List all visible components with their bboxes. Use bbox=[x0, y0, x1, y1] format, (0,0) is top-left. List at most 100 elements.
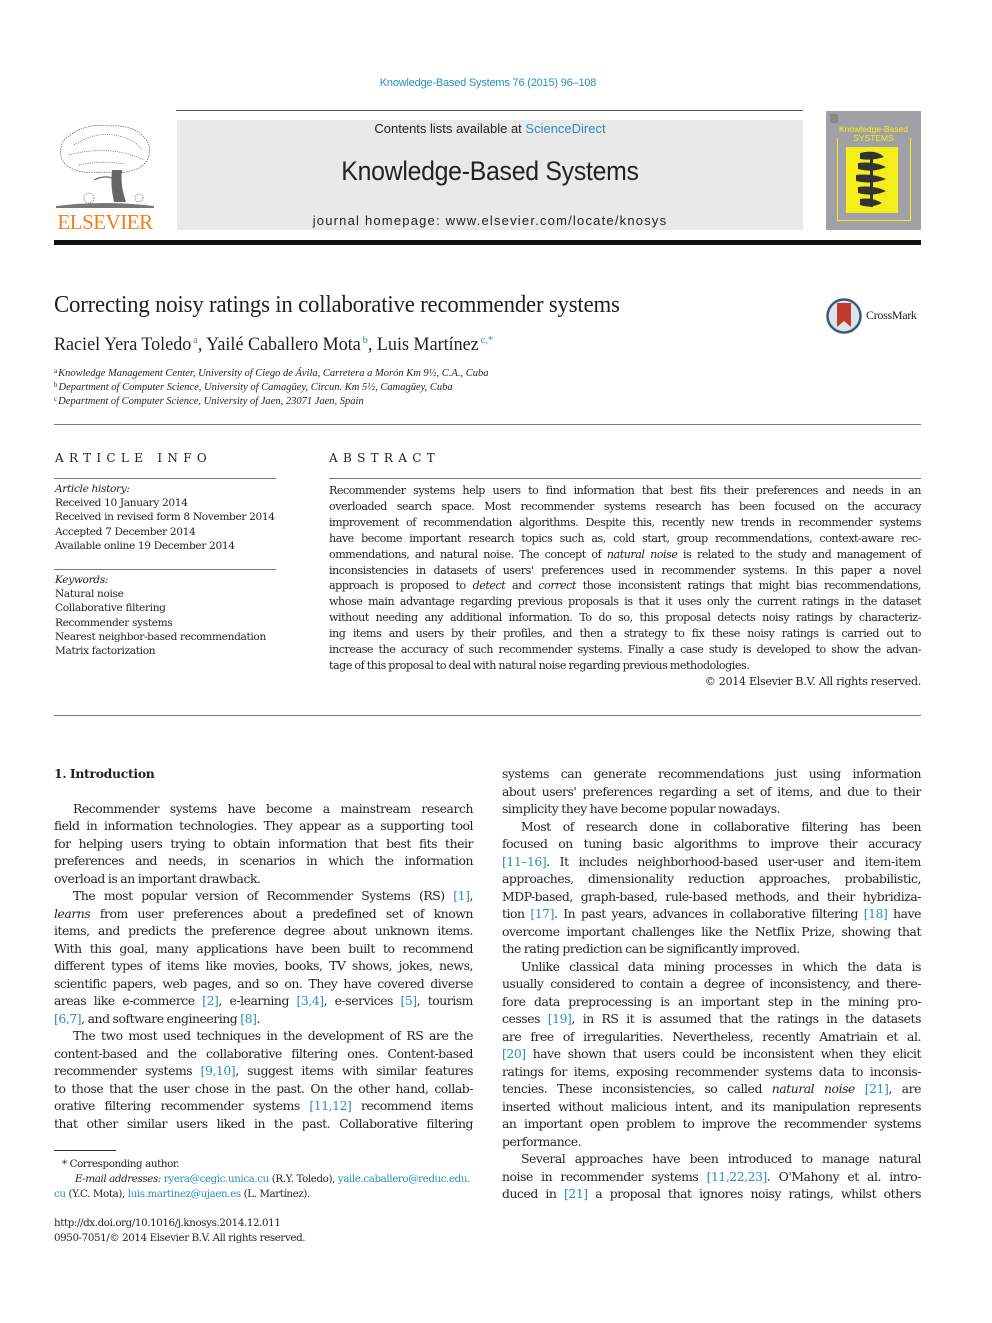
text-line: usually considered to contain a degree o… bbox=[502, 976, 921, 991]
email-label: E-mail addresses: bbox=[75, 1173, 161, 1185]
citation-link[interactable]: [11,12] bbox=[309, 1098, 351, 1113]
history-item: Received 10 January 2014 bbox=[55, 497, 188, 510]
text-line: approach is proposed to detect and corre… bbox=[329, 579, 922, 593]
affiliation-text: Department of Computer Science, Universi… bbox=[58, 396, 364, 407]
citation-link[interactable]: [9,10] bbox=[201, 1063, 236, 1078]
citation-link[interactable]: [20] bbox=[502, 1046, 526, 1061]
text-line: Recommender systems help users to find i… bbox=[329, 484, 921, 497]
email-link-toledo[interactable]: ryera@cegic.unica.cu bbox=[164, 1173, 270, 1185]
article-history: Article history: Received 10 January 201… bbox=[55, 482, 275, 553]
text-line: increase the accuracy of such recommende… bbox=[329, 643, 921, 657]
citation-link[interactable]: [17] bbox=[530, 906, 554, 921]
citation-link[interactable]: [11,22,23] bbox=[707, 1169, 768, 1184]
tree-icon bbox=[56, 124, 154, 208]
article-info-divider bbox=[54, 478, 276, 479]
doi-link[interactable]: http://dx.doi.org/10.1016/j.knosys.2014.… bbox=[54, 1216, 473, 1231]
citation-link[interactable]: [5] bbox=[400, 993, 417, 1008]
affiliation-a: aKnowledge Management Center, University… bbox=[54, 367, 488, 379]
keyword-item: Natural noise bbox=[55, 588, 124, 601]
text-line: approaches, dimensionality reduction app… bbox=[502, 871, 921, 886]
keyword-item: Matrix factorization bbox=[55, 645, 156, 658]
text-line: overload is an important drawback. bbox=[54, 870, 261, 886]
keywords-divider bbox=[54, 569, 276, 570]
text-line: inserted without malicious intent, and i… bbox=[502, 1098, 921, 1114]
affiliation-c: cDepartment of Computer Science, Univers… bbox=[54, 395, 364, 407]
journal-banner: Contents lists available at ScienceDirec… bbox=[177, 120, 803, 230]
article-info-heading: ARTICLE INFO bbox=[55, 451, 212, 465]
text-line: ing items and users by their profiles, a… bbox=[329, 627, 921, 641]
affiliation-mark: b bbox=[54, 381, 58, 389]
citation-link[interactable]: [1] bbox=[453, 888, 470, 903]
citation-link[interactable]: [18] bbox=[864, 906, 888, 921]
text-line: duced in [21] a proposal that ignores no… bbox=[502, 1186, 921, 1201]
text-line: inconsistencies in datasets of users' pr… bbox=[329, 563, 921, 577]
author-name: Raciel Yera Toledo bbox=[54, 334, 192, 355]
left-column-text: Recommender systems have become a mainst… bbox=[54, 800, 473, 1133]
email-link-martinez[interactable]: luis.martinez@ujaen.es bbox=[128, 1188, 241, 1200]
email-link-mota-cont[interactable]: cu bbox=[54, 1188, 66, 1200]
affiliation-text: Department of Computer Science, Universi… bbox=[58, 382, 453, 393]
text-line: items, and predicts the preference degre… bbox=[54, 923, 473, 938]
abstract-text: Recommender systems help users to find i… bbox=[329, 483, 921, 674]
journal-reference-link[interactable]: Knowledge-Based Systems 76 (2015) 96–108 bbox=[0, 77, 976, 89]
text-line: without needing any additional informati… bbox=[329, 611, 921, 625]
text-line: cesses [19], in RS it is assumed that th… bbox=[502, 1011, 921, 1026]
issn-copyright: 0950-7051/© 2014 Elsevier B.V. All right… bbox=[54, 1232, 306, 1244]
text-line: Unlike classical data mining processes i… bbox=[521, 958, 921, 974]
journal-homepage[interactable]: journal homepage: www.elsevier.com/locat… bbox=[177, 213, 803, 228]
crossmark-badge[interactable]: CrossMark bbox=[826, 298, 926, 334]
text-line: improvement of recommendation algorithms… bbox=[329, 515, 921, 529]
keyword-item: Nearest neighbor-based recommendation bbox=[55, 630, 266, 643]
text-line: for helping users trying to obtain infor… bbox=[54, 835, 473, 851]
crossmark-label: CrossMark bbox=[866, 308, 917, 322]
history-item: Available online 19 December 2014 bbox=[55, 539, 235, 552]
text-line: recommender systems [9,10], suggest item… bbox=[54, 1063, 474, 1078]
citation-link[interactable]: [8] bbox=[240, 1011, 257, 1026]
citation-link[interactable]: [19] bbox=[548, 1011, 572, 1026]
text-line: ratings for items, exposing recommender … bbox=[502, 1063, 921, 1079]
citation-link[interactable]: [2] bbox=[202, 993, 219, 1008]
text-line: focused on tuning basic algorithms to im… bbox=[502, 836, 921, 851]
abstract-divider bbox=[329, 478, 921, 479]
journal-cover-thumbnail[interactable]: Knowledge-Based SYSTEMS bbox=[826, 111, 921, 230]
text-line: scientific papers, web pages, and so on.… bbox=[54, 975, 473, 991]
section-heading-introduction: 1. Introduction bbox=[54, 766, 155, 781]
text-line: tage of this proposal to deal with natur… bbox=[329, 658, 750, 672]
text-line: orative filtering recommender systems [1… bbox=[54, 1098, 473, 1113]
citation-link[interactable]: [21] bbox=[865, 1081, 889, 1096]
text-line: Several approaches have been introduced … bbox=[521, 1151, 921, 1166]
sciencedirect-link[interactable]: ScienceDirect bbox=[525, 121, 605, 136]
article-history-label: Article history: bbox=[55, 483, 130, 495]
author-affiliation-mark[interactable]: c,* bbox=[481, 334, 493, 346]
history-item: Received in revised form 8 November 2014 bbox=[55, 511, 275, 524]
citation-link[interactable]: [21] bbox=[564, 1186, 588, 1201]
email-link-mota[interactable]: yaile.caballero@reduc.edu. bbox=[338, 1173, 471, 1185]
email-owner: (R.Y. Toledo), bbox=[271, 1173, 338, 1185]
text-line: Most of research done in collaborative f… bbox=[521, 818, 921, 834]
elsevier-wordmark: ELSEVIER bbox=[57, 210, 153, 234]
email-owner: (L. Martínez). bbox=[240, 1188, 311, 1200]
corresponding-author-note: * Corresponding author. bbox=[62, 1158, 180, 1170]
title-divider bbox=[54, 424, 921, 425]
citation-link[interactable]: [11–16] bbox=[502, 854, 547, 869]
emphasis-text: detect bbox=[472, 579, 506, 593]
contents-prefix: Contents lists available at bbox=[374, 121, 526, 136]
affiliation-mark: c bbox=[54, 395, 58, 403]
email-owner: (Y.C. Mota), bbox=[65, 1188, 128, 1200]
citation-link[interactable]: [3,4] bbox=[297, 993, 325, 1008]
text-line: different types of items like movies, bo… bbox=[54, 958, 473, 973]
text-line: systems can generate recommendations jus… bbox=[502, 766, 921, 781]
text-line: The two most used techniques in the deve… bbox=[73, 1028, 473, 1043]
author-name: Luis Martínez bbox=[376, 334, 479, 355]
emphasis-text: learns bbox=[54, 905, 91, 921]
emphasis-text: natural noise bbox=[606, 547, 678, 561]
author-name: Yailé Caballero Mota bbox=[206, 334, 361, 355]
article-title: Correcting noisy ratings in collaborativ… bbox=[54, 291, 620, 318]
text-line: fore data preprocessing is an important … bbox=[502, 993, 921, 1009]
right-column-text: systems can generate recommendations jus… bbox=[502, 765, 921, 1203]
text-line: [6,7], and software engineering [8]. bbox=[54, 1010, 260, 1026]
text-line: to those that the user chose in the past… bbox=[54, 1080, 473, 1096]
emphasis-text: natural noise bbox=[771, 1081, 856, 1096]
keyword-item: Recommender systems bbox=[55, 616, 173, 629]
citation-link[interactable]: [6,7] bbox=[54, 1011, 82, 1026]
